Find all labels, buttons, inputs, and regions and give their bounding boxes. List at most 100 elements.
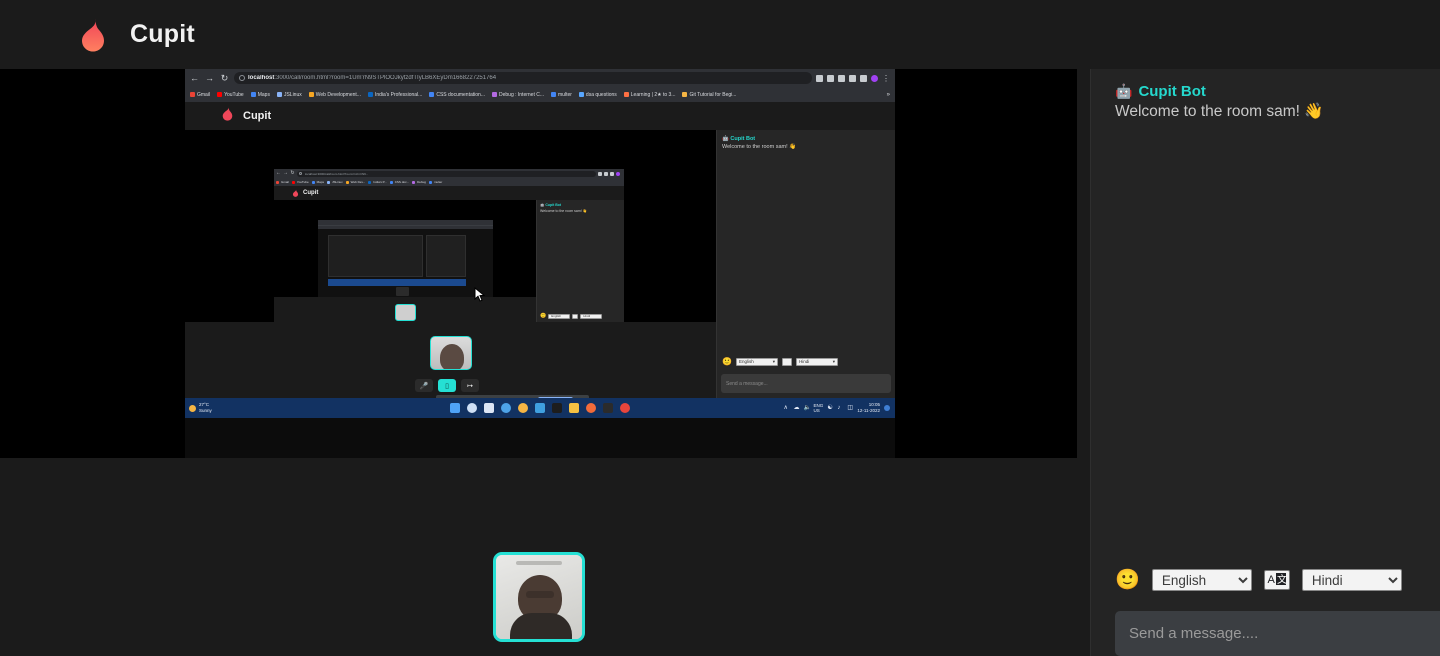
captured-message-input: Send a message... xyxy=(721,374,891,393)
extensions-icon[interactable] xyxy=(849,74,856,82)
taskbar-language: ENG US xyxy=(813,403,824,413)
site-info-icon xyxy=(239,75,245,81)
chat-message-author: 🤖 Cupit Bot xyxy=(1115,83,1440,100)
weather-temp: 27°C xyxy=(199,402,210,408)
captured-app-header: Cupit xyxy=(274,186,624,200)
captured-taskbar: 27°C Sunny ∧ ☁ 🔈 ENG US ☯ ♪ ◫ 10:05 12-1… xyxy=(185,398,895,418)
app-dark-icon xyxy=(603,403,613,413)
captured-call-body: ← → ↻ localhost:3000/call/room.html?room… xyxy=(185,130,895,398)
bookmark-item[interactable]: Learning | 2★ to 3... xyxy=(623,92,675,98)
captured-chat-panel: 🤖 Cupit Bot Welcome to the room sam! 👋 🙂… xyxy=(716,130,895,398)
chrome-icon xyxy=(518,403,528,413)
start-icon xyxy=(450,403,460,413)
app-header: Cupit xyxy=(0,0,1440,69)
captured-desktop-level-1: ← → ↻ localhost:3000/call/room.html?room… xyxy=(185,69,895,458)
address-bar-url: localhost:3000/call/room.html?room=1Um'r… xyxy=(305,171,369,176)
terminal-icon xyxy=(552,403,562,413)
screen-share-video[interactable]: ← → ↻ localhost:3000/call/room.html?room… xyxy=(0,69,1077,458)
call-stage: ← → ↻ localhost:3000/call/room.html?room… xyxy=(0,69,1077,656)
bookmark-item[interactable]: Git Tutorial for Begi... xyxy=(682,92,736,98)
emoji-icon: 🙂 xyxy=(722,357,732,366)
search-icon xyxy=(467,403,477,413)
captured-bookmarks-bar: Gmail YouTube Maps JSLinux Web Dev... In… xyxy=(274,178,624,186)
forward-icon[interactable]: → xyxy=(204,73,215,83)
captured-chat-controls: 🙂 English ▾ Hindi ▾ xyxy=(717,353,895,370)
captured-chat-message: 🤖 Cupit Bot Welcome to the room sam! 👋 xyxy=(717,130,895,150)
bookmark-item[interactable]: YouTube xyxy=(217,92,244,98)
emoji-picker-button[interactable]: 🙂 xyxy=(1115,570,1140,590)
chat-message-text: Welcome to the room sam! 👋 xyxy=(1115,103,1324,120)
source-language-select[interactable]: English Hindi xyxy=(1151,569,1252,591)
captured-screen-button: ▯ xyxy=(438,379,456,392)
postman-icon xyxy=(586,403,596,413)
weather-desc: Sunny xyxy=(199,408,212,413)
captured-browser-toolbar: ← → ↻ localhost:3000/call/room.html?room… xyxy=(185,69,895,87)
star-icon[interactable] xyxy=(838,74,845,82)
captured-browser-toolbar: ← → ↻ localhost:3000/call/room.html?room… xyxy=(274,169,624,178)
back-icon[interactable]: ← xyxy=(189,73,200,83)
file-explorer-icon xyxy=(569,403,579,413)
captured-desktop-level-3 xyxy=(318,220,493,297)
captured-source-language-select: English ▾ xyxy=(735,357,778,366)
task-view-icon xyxy=(484,403,494,413)
battery-icon: ◫ xyxy=(847,405,853,411)
captured-page-level-2: Cupit 🤖 Cupit Bot Welcome to the room sa… xyxy=(274,186,624,322)
opera-icon xyxy=(620,403,630,413)
address-bar[interactable]: localhost:3000/call/room.html?room=1Um'r… xyxy=(234,72,812,84)
captured-bot-name: 🤖 Cupit Bot xyxy=(722,136,756,142)
reload-icon: ↻ xyxy=(290,170,295,176)
microphone-icon: 🔈 xyxy=(803,405,812,411)
chat-panel: 🤖 Cupit Bot Welcome to the room sam! 👋 🙂… xyxy=(1090,69,1440,656)
captured-self-view xyxy=(430,336,472,370)
message-input[interactable] xyxy=(1115,611,1440,656)
bookmark-item[interactable]: Maps xyxy=(250,92,270,98)
captured-page-level-1: Cupit ← → ↻ localhost:3000/call/room.htm… xyxy=(185,102,895,398)
chat-toolbar: 🙂 English Hindi A 文 Hindi English xyxy=(1091,560,1440,600)
bookmark-item[interactable]: dsa questions xyxy=(578,92,617,98)
chevron-up-icon: ∧ xyxy=(783,405,788,411)
app-title: Cupit xyxy=(130,20,195,48)
captured-app-title: Cupit xyxy=(303,190,319,196)
target-language-select[interactable]: Hindi English xyxy=(1301,569,1402,591)
address-bar-url: localhost:3000/call/room.html?room=1Um'r… xyxy=(248,75,497,81)
cloud-icon: ☁ xyxy=(793,405,800,411)
side-panel-icon[interactable] xyxy=(860,74,867,82)
bookmark-item[interactable]: multer xyxy=(551,92,572,98)
bookmark-item[interactable]: CSS documentation... xyxy=(429,92,485,98)
reload-icon[interactable]: ↻ xyxy=(219,73,230,83)
self-view-video[interactable] xyxy=(493,552,585,642)
share-icon[interactable] xyxy=(827,74,834,82)
mouse-cursor-icon xyxy=(474,286,486,307)
volume-icon: ♪ xyxy=(837,405,841,411)
captured-bookmarks-bar: Gmail YouTube Maps JSLinux Web Developme… xyxy=(185,87,895,102)
profile-avatar[interactable] xyxy=(871,74,878,82)
chat-message-list: 🤖 Cupit Bot Welcome to the room sam! 👋 xyxy=(1091,69,1440,560)
taskbar-weather-widget: 27°C Sunny xyxy=(189,402,212,413)
svg-text:文: 文 xyxy=(1277,573,1287,586)
screen-share-indicator-icon[interactable] xyxy=(816,74,823,82)
robot-icon: 🤖 xyxy=(1115,83,1133,99)
bookmark-item[interactable]: India's Professional... xyxy=(367,92,422,98)
bookmark-item[interactable]: JSLinux xyxy=(276,92,302,98)
chat-author-name: Cupit Bot xyxy=(1138,83,1206,100)
taskbar-app-icons xyxy=(450,403,630,413)
bookmark-item[interactable]: Web Development... xyxy=(308,92,361,98)
taskbar-system-tray: ∧ ☁ 🔈 ENG US ☯ ♪ ◫ 10:05 12-11-2022 xyxy=(784,402,890,414)
wifi-icon: ☯ xyxy=(827,405,833,411)
translate-icon xyxy=(781,357,792,366)
bookmarks-overflow-icon[interactable]: » xyxy=(887,92,890,98)
translate-button[interactable]: A 文 xyxy=(1263,570,1290,590)
vscode-icon xyxy=(535,403,545,413)
captured-bot-message: Welcome to the room sam! 👋 xyxy=(722,144,796,150)
captured-desktop-level-2: ← → ↻ localhost:3000/call/room.html?room… xyxy=(274,169,624,322)
flame-icon xyxy=(221,106,234,126)
bookmark-item[interactable]: Debug : Internet C... xyxy=(491,92,544,98)
chat-message: 🤖 Cupit Bot Welcome to the room sam! 👋 xyxy=(1115,83,1440,121)
bookmark-item[interactable]: Gmail xyxy=(190,92,210,98)
captured-stage: ← → ↻ localhost:3000/call/room.html?room… xyxy=(185,130,716,398)
widgets-icon xyxy=(501,403,511,413)
captured-app-title: Cupit xyxy=(243,110,272,122)
three-dot-menu-icon[interactable]: ⋮ xyxy=(882,74,890,82)
cupit-video-call-app: Cupit ← → ↻ localhost:3000/call/room.htm… xyxy=(0,0,1440,656)
captured-target-language-select: Hindi ▾ xyxy=(795,357,838,366)
